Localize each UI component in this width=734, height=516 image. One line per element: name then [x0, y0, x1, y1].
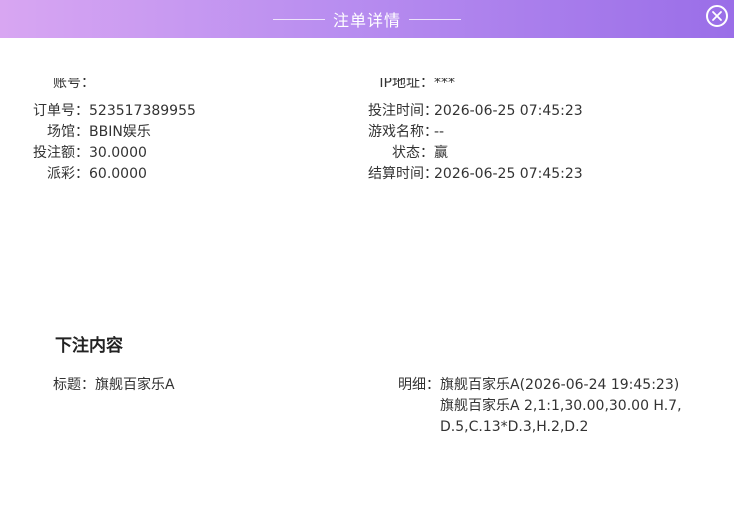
bet-title-label: 标题： — [53, 377, 95, 393]
venue-label: 场馆： — [47, 124, 89, 140]
bet-amount-row: 投注额：30.0000 — [28, 143, 147, 164]
clipped-ip-row: IP地址：*** — [368, 78, 455, 92]
clipped-account-row: 账号： — [53, 78, 95, 92]
payout-value: 60.0000 — [89, 166, 147, 182]
status-value: 赢 — [434, 145, 448, 161]
header-left-divider — [272, 18, 325, 20]
game-name-row: 游戏名称：-- — [368, 122, 444, 143]
settle-time-value: 2026-06-25 07:45:23 — [434, 166, 583, 182]
order-number-value: 523517389955 — [89, 103, 196, 119]
bet-detail-row: 明细： 旗舰百家乐A(2026-06-24 19:45:23) 旗舰百家乐A 2… — [398, 375, 682, 438]
bet-title-row: 标题：旗舰百家乐A — [53, 375, 175, 396]
bet-time-label: 投注时间： — [368, 103, 438, 119]
bet-detail-line: 旗舰百家乐A(2026-06-24 19:45:23) — [440, 377, 680, 393]
bet-content-heading: 下注内容 — [55, 336, 123, 356]
status-label: 状态： — [392, 145, 434, 161]
bet-detail-label: 明细： — [398, 377, 440, 393]
status-row: 状态：赢 — [368, 143, 448, 164]
bet-time-value: 2026-06-25 07:45:23 — [434, 103, 583, 119]
dialog-header: 注单详情 — [0, 0, 734, 38]
venue-value: BBIN娱乐 — [89, 124, 151, 140]
order-number-label: 订单号： — [33, 103, 89, 119]
dialog-title: 注单详情 — [332, 11, 401, 30]
settle-time-label: 结算时间： — [368, 166, 438, 182]
bet-detail-lines: 旗舰百家乐A(2026-06-24 19:45:23) 旗舰百家乐A 2,1:1… — [440, 375, 682, 438]
close-button[interactable] — [706, 5, 728, 27]
header-right-divider — [409, 18, 461, 20]
bet-amount-label: 投注额： — [33, 145, 89, 161]
settle-time-row: 结算时间：2026-06-25 07:45:23 — [368, 164, 583, 185]
venue-row: 场馆：BBIN娱乐 — [28, 122, 151, 143]
bet-time-row: 投注时间：2026-06-25 07:45:23 — [368, 101, 583, 122]
game-name-label: 游戏名称： — [368, 124, 438, 140]
clipped-account-label: 账号： — [53, 78, 95, 91]
close-icon — [712, 11, 722, 21]
game-name-value: -- — [434, 124, 445, 140]
bet-title-value: 旗舰百家乐A — [95, 377, 175, 393]
clipped-ip-value: *** — [434, 78, 455, 91]
header-title-wrap: 注单详情 — [0, 0, 734, 38]
bet-detail-line: 旗舰百家乐A 2,1:1,30.00,30.00 H.7, — [440, 398, 682, 414]
order-number-row: 订单号：523517389955 — [28, 101, 196, 122]
clipped-ip-label: IP地址： — [379, 78, 434, 91]
bet-detail-line: D.5,C.13*D.3,H.2,D.2 — [440, 419, 589, 435]
payout-label: 派彩： — [47, 166, 89, 182]
bet-amount-value: 30.0000 — [89, 145, 147, 161]
payout-row: 派彩：60.0000 — [28, 164, 147, 185]
